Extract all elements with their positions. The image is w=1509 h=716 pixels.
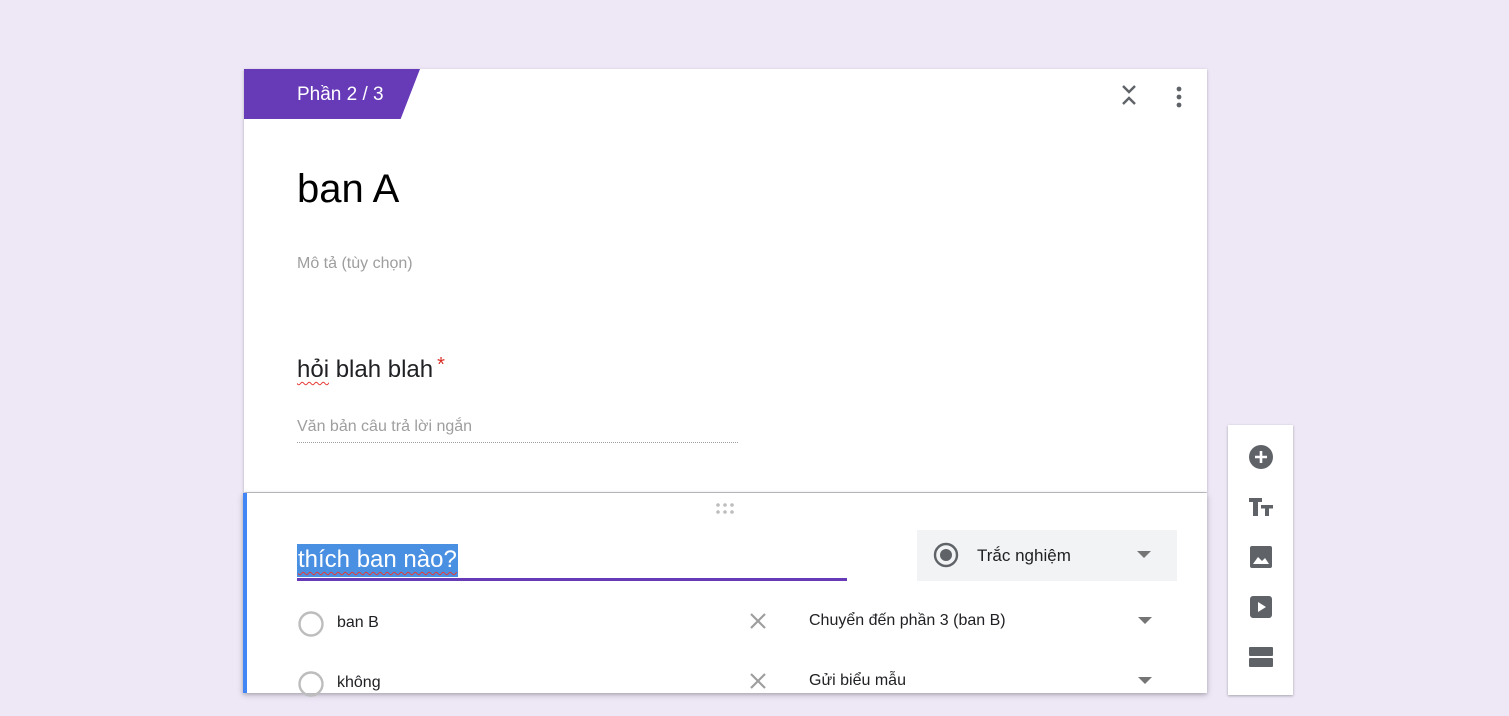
add-image-icon — [1250, 546, 1272, 568]
dropdown-arrow-icon[interactable] — [1137, 616, 1153, 626]
more-options-button[interactable] — [1163, 81, 1195, 113]
question-title-word: hỏi — [297, 356, 330, 383]
option-label[interactable]: ban B — [337, 614, 379, 632]
floating-toolbar — [1228, 425, 1293, 695]
question-title-rest: blah blah — [329, 356, 434, 383]
radio-button-icon — [933, 542, 959, 568]
active-question-card[interactable]: thích ban nào? Trắc nghiệm ban B Chuyển … — [243, 493, 1207, 697]
question-title[interactable]: hỏi blah blah * — [297, 354, 445, 384]
radio-circle-icon — [298, 671, 324, 697]
add-video-button[interactable] — [1244, 590, 1278, 624]
collapse-section-button[interactable] — [1113, 79, 1145, 111]
add-title-icon — [1249, 498, 1273, 516]
remove-option-icon[interactable] — [746, 669, 770, 693]
collapse-icon — [1122, 85, 1136, 105]
go-to-section-select[interactable]: Chuyển đến phần 3 (ban B) — [809, 612, 1006, 630]
dropdown-arrow-icon[interactable] — [1137, 676, 1153, 686]
option-row[interactable]: ban B Chuyển đến phần 3 (ban B) — [243, 606, 1207, 656]
add-section-icon — [1249, 647, 1273, 667]
add-image-button[interactable] — [1244, 540, 1278, 574]
question-title-selected[interactable]: thích ban nào? — [297, 544, 458, 577]
add-section-button[interactable] — [1244, 640, 1278, 674]
question-title-field[interactable]: thích ban nào? — [297, 541, 847, 581]
drag-handle-icon[interactable] — [714, 502, 738, 516]
more-vert-icon — [1176, 86, 1182, 108]
dropdown-arrow-icon — [1137, 551, 1151, 558]
add-video-icon — [1250, 596, 1272, 618]
go-to-section-select[interactable]: Gửi biểu mẫu — [809, 672, 906, 690]
add-title-button[interactable] — [1244, 490, 1278, 524]
section-card: Phần 2 / 3 ban A Mô tả (tùy chọn) hỏi bl… — [244, 69, 1207, 492]
question-type-dropdown[interactable]: Trắc nghiệm — [917, 530, 1177, 581]
required-asterisk: * — [437, 354, 445, 376]
active-indicator-bar — [243, 493, 247, 693]
remove-option-icon[interactable] — [746, 609, 770, 633]
radio-circle-icon — [298, 611, 324, 637]
section-description-input[interactable]: Mô tả (tùy chọn) — [297, 255, 413, 273]
section-indicator-tab: Phần 2 / 3 — [244, 69, 420, 119]
section-title-input[interactable]: ban A — [297, 167, 399, 212]
add-question-button[interactable] — [1244, 440, 1278, 474]
section-indicator: Phần 2 / 3 — [297, 84, 384, 105]
option-label[interactable]: không — [337, 674, 381, 692]
short-answer-field: Văn bản câu trả lời ngắn — [297, 418, 738, 443]
option-row[interactable]: không Gửi biểu mẫu — [243, 666, 1207, 716]
question-type-label: Trắc nghiệm — [977, 546, 1071, 565]
add-question-icon — [1249, 445, 1273, 469]
